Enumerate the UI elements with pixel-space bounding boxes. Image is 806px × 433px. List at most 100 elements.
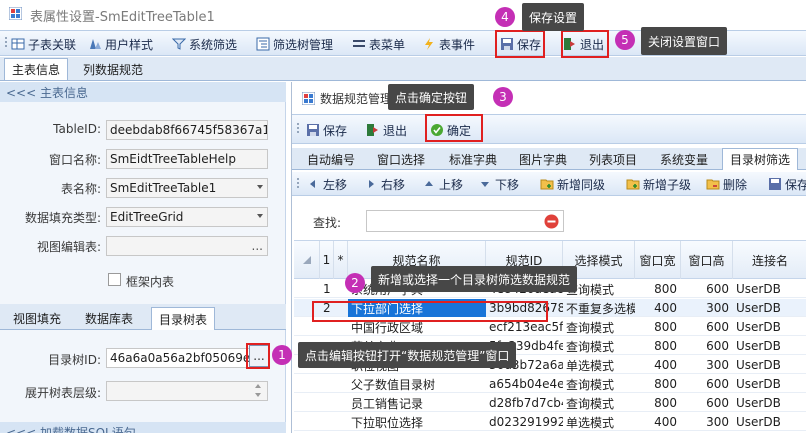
window-height-cell: 300 xyxy=(706,358,729,372)
delete-button[interactable]: 删除 xyxy=(706,174,747,194)
tab-main-info[interactable]: 主表信息 xyxy=(4,58,69,80)
connection-cell: UserDB xyxy=(736,301,781,315)
row-number: 1 xyxy=(323,282,331,296)
fill-type-value: EditTreeGrid xyxy=(110,210,184,224)
dialog-nav-toolbar: 左移 右移 上移 下移 新增同级 新增子级 删除 保存 xyxy=(292,172,806,196)
view-edit-table-ellipsis[interactable]: ... xyxy=(252,239,263,253)
main-tab-strip: 主表信息 列数据规范 xyxy=(0,57,806,81)
sub-tab-strip: 视图填充 数据库表 目录树表 xyxy=(0,304,286,330)
add-sibling-button[interactable]: 新增同级 xyxy=(540,174,605,194)
connection-cell: UserDB xyxy=(736,282,781,296)
add-child-button[interactable]: 新增子级 xyxy=(626,174,691,194)
clear-search-icon[interactable] xyxy=(544,214,559,229)
title-bar: 表属性设置-SmEditTreeTable1 xyxy=(0,0,806,28)
in-frame-checkbox[interactable] xyxy=(108,273,121,286)
search-input[interactable] xyxy=(366,210,564,232)
group-header-main-info[interactable]: <<< 主表信息 xyxy=(0,82,286,102)
subtable-link-button[interactable]: 子表关联 xyxy=(11,34,76,54)
user-style-button[interactable]: 用户样式 xyxy=(88,34,153,54)
table-name-select[interactable]: SmEditTreeTable1 xyxy=(106,178,268,198)
callout-save-settings: 保存设置 xyxy=(522,3,585,31)
select-mode-cell: 单选模式 xyxy=(566,415,615,430)
dialog-exit-button[interactable]: 退出 xyxy=(366,120,407,140)
table-name-value: SmEditTreeTable1 xyxy=(110,181,217,195)
move-left-button[interactable]: 左移 xyxy=(306,174,347,194)
delete-icon xyxy=(706,179,720,190)
table-row[interactable]: 下拉职位选择 d0232919929单选模式 400 300 UserDB xyxy=(294,413,806,431)
tree-icon xyxy=(256,37,270,51)
window-width-cell: 800 xyxy=(654,396,677,410)
connection-cell: UserDB xyxy=(736,396,781,410)
tab-system-var[interactable]: 系统变量 xyxy=(653,148,715,170)
tab-window-select[interactable]: 窗口选择 xyxy=(370,148,432,170)
connection-cell: UserDB xyxy=(736,415,781,429)
tab-column-spec[interactable]: 列数据规范 xyxy=(76,58,150,80)
spec-id-cell: d0232919929 xyxy=(489,415,563,429)
spec-name-cell: 父子数值目录树 xyxy=(351,377,436,392)
select-mode-cell: 查询模式 xyxy=(566,377,615,392)
tab-image-dict[interactable]: 图片字典 xyxy=(512,148,574,170)
tab-tree-filter[interactable]: 目录树筛选 xyxy=(722,148,799,170)
grid-header-group[interactable]: 1 xyxy=(320,241,334,279)
table-event-button[interactable]: 表事件 xyxy=(422,34,475,54)
window-height-cell: 600 xyxy=(706,320,729,334)
field-label-fill-type: 数据填充类型: xyxy=(24,211,101,225)
in-frame-checkbox-label: 框架内表 xyxy=(126,275,175,289)
save-icon xyxy=(307,124,319,136)
spin-up-icon[interactable] xyxy=(255,384,261,388)
window-width-cell: 400 xyxy=(654,358,677,372)
window-width-cell: 400 xyxy=(654,301,677,315)
field-label-view-edit-table: 视图编辑表: xyxy=(36,240,101,254)
group-header-sql[interactable]: <<< 加载数据SQL语句 xyxy=(0,422,286,433)
spin-down-icon[interactable] xyxy=(255,393,261,397)
window-height-cell: 300 xyxy=(706,301,729,315)
spec-name-cell: 员工销售记录 xyxy=(351,396,424,411)
tab-db-table[interactable]: 数据库表 xyxy=(78,307,140,329)
arrow-down-icon xyxy=(481,182,489,187)
expand-level-field[interactable] xyxy=(106,381,268,401)
move-right-button[interactable]: 右移 xyxy=(364,174,405,194)
table-row[interactable]: 父子数值目录树 a654b04e4e6查询模式 800 600 UserDB xyxy=(294,375,806,393)
triangle-icon xyxy=(302,256,311,264)
callout-marker-5: 5 xyxy=(615,30,635,50)
toolbar-grip xyxy=(297,123,299,133)
lightning-icon xyxy=(425,38,433,50)
field-label-tree-id: 目录树ID: xyxy=(48,353,101,367)
tree-id-field[interactable]: 46a6a0a56a2bf05069e0 xyxy=(106,348,268,368)
window-height-cell: 600 xyxy=(706,396,729,410)
filter-tree-button[interactable]: 筛选树管理 xyxy=(256,34,333,54)
table-menu-button[interactable]: 表菜单 xyxy=(352,34,405,54)
nav-save-button[interactable]: 保存 xyxy=(768,174,806,194)
window-width-cell: 800 xyxy=(654,339,677,353)
dialog-title: 数据规范管理 xyxy=(320,92,393,106)
tab-auto-number[interactable]: 自动编号 xyxy=(300,148,362,170)
window-name-field[interactable]: SmEidtTreeTableHelp xyxy=(106,149,268,169)
grid-header-width[interactable]: 窗口宽 xyxy=(635,241,681,279)
fill-type-select[interactable]: EditTreeGrid xyxy=(106,207,268,227)
row-number xyxy=(320,375,334,393)
tab-tree-table[interactable]: 目录树表 xyxy=(151,307,216,330)
toolbar-grip xyxy=(297,178,299,188)
table-row[interactable]: 员工销售记录 d28fb7d7cb4 查询模式 800 600 UserDB xyxy=(294,394,806,412)
view-edit-table-field[interactable]: ... xyxy=(106,236,268,256)
move-down-button[interactable]: 下移 xyxy=(478,174,519,194)
move-up-button[interactable]: 上移 xyxy=(422,174,463,194)
grid-header-connection[interactable]: 连接名 xyxy=(733,241,806,279)
row-number xyxy=(320,394,334,412)
field-label-expand-level: 展开树表层级: xyxy=(24,386,101,400)
tab-list-items[interactable]: 列表项目 xyxy=(582,148,644,170)
grid-header-star[interactable]: * xyxy=(334,241,348,279)
window-width-cell: 400 xyxy=(654,415,677,429)
grid-header-height[interactable]: 窗口高 xyxy=(681,241,733,279)
dialog-tab-strip: 自动编号 窗口选择 标准字典 图片字典 列表项目 系统变量 目录树筛选 xyxy=(292,148,806,170)
select-mode-cell: 查询模式 xyxy=(566,320,615,335)
dialog-save-button[interactable]: 保存 xyxy=(306,120,347,140)
tab-standard-dict[interactable]: 标准字典 xyxy=(442,148,504,170)
system-filter-button[interactable]: 系统筛选 xyxy=(172,34,237,54)
tableid-field[interactable]: deebdab8f66745f58367a19 xyxy=(106,120,268,140)
connection-cell: UserDB xyxy=(736,358,781,372)
tab-view-fill[interactable]: 视图填充 xyxy=(6,307,68,329)
arrow-up-icon xyxy=(425,181,433,186)
add-child-icon xyxy=(626,179,640,190)
dialog-title-bar: 数据规范管理 xyxy=(292,82,806,112)
